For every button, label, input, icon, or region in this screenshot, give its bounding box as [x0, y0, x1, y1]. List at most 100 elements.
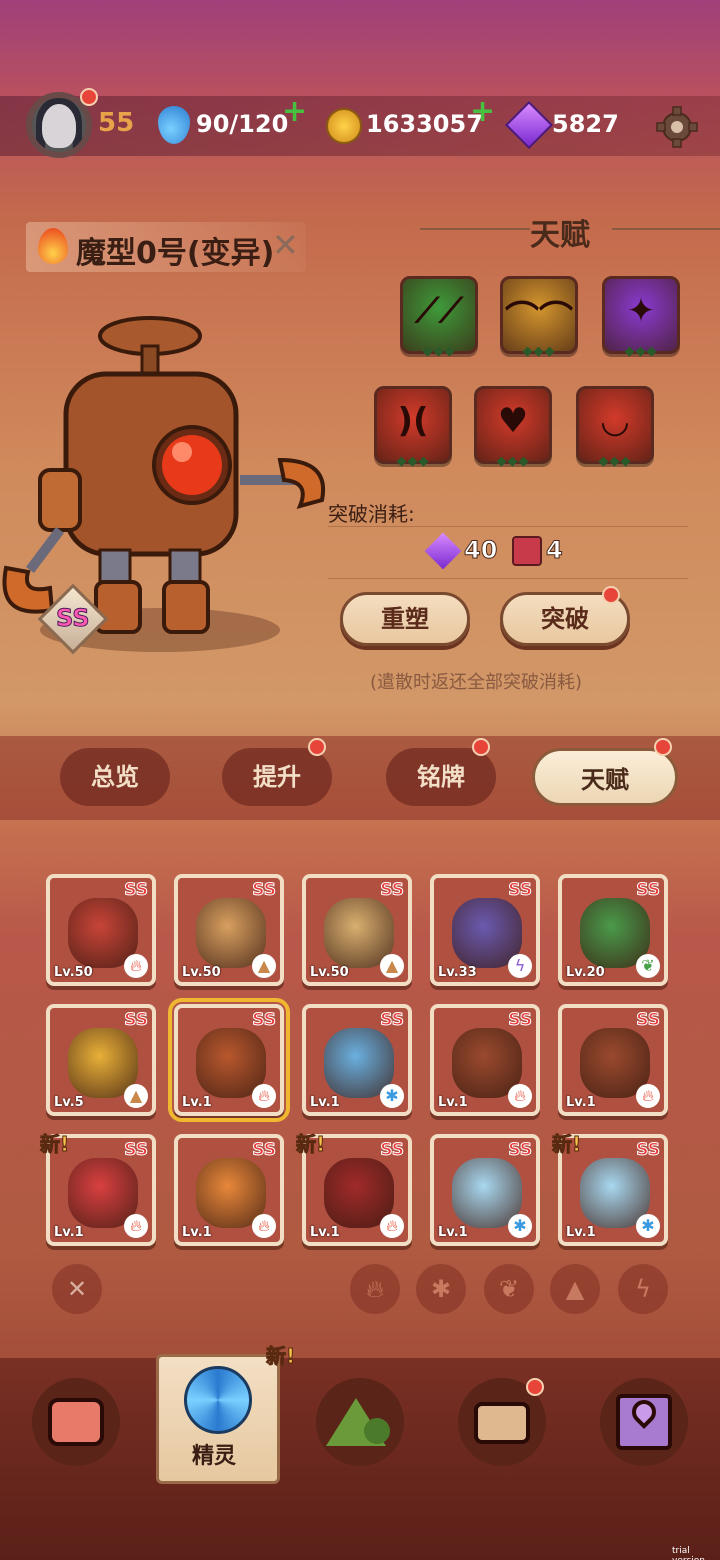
grass-element-icon: ❦	[636, 954, 660, 978]
pet-level: Lv.1	[182, 1095, 212, 1110]
clear-filter-button[interactable]: ✕	[52, 1264, 102, 1314]
pet-rank-badge: SS	[380, 1140, 405, 1161]
pet-level: Lv.5	[54, 1095, 84, 1110]
pet-card[interactable]: SS Lv.50 ▲	[174, 874, 284, 986]
talent-level-dots: ◆◆◆	[396, 454, 430, 469]
pet-card[interactable]: SS Lv.1 🔥︎	[430, 1004, 540, 1116]
pet-rank-badge: SS	[636, 1010, 661, 1031]
talent-level-dots: ◆◆◆	[624, 344, 658, 359]
pet-card[interactable]: SS Lv.5 ▲	[46, 1004, 156, 1116]
nav-backpack-icon[interactable]	[32, 1378, 120, 1466]
filter-ice-icon[interactable]: ✱	[416, 1264, 466, 1314]
coin-icon	[326, 108, 362, 144]
tab-upgrade[interactable]: 提升	[222, 748, 332, 806]
stamina-value: 90/120	[196, 110, 289, 138]
refund-note: (遣散时返还全部突破消耗)	[370, 672, 583, 693]
pet-rank-badge: SS	[508, 1010, 533, 1031]
fire-element-icon: 🔥︎	[252, 1084, 276, 1108]
talent-tile-3[interactable]: ✦	[602, 276, 680, 354]
pet-rank-badge: SS	[252, 1140, 277, 1161]
upgrade-notification-dot	[308, 738, 326, 756]
tab-plate[interactable]: 铭牌	[386, 748, 496, 806]
breakthrough-cost-label: 突破消耗:	[328, 502, 415, 526]
divider	[328, 578, 688, 579]
talent-title: 天赋	[530, 218, 590, 253]
fire-element-icon: 🔥︎	[508, 1084, 532, 1108]
pet-card[interactable]: SS Lv.1 🔥︎	[558, 1004, 668, 1116]
filter-earth-icon[interactable]: ▲	[550, 1264, 600, 1314]
pet-level: Lv.20	[566, 965, 605, 980]
pet-level: Lv.50	[54, 965, 93, 980]
talent-notification-dot	[654, 738, 672, 756]
filter-grass-icon[interactable]: ❦	[484, 1264, 534, 1314]
talent-tile-6[interactable]: ◡	[576, 386, 654, 464]
pet-rank-badge: SS	[636, 880, 661, 901]
coin-value: 1633057	[366, 110, 483, 138]
pet-rank-badge: SS	[380, 880, 405, 901]
talent-tile-4[interactable]: )(	[374, 386, 452, 464]
talent-tile-2[interactable]: ⌒⌒	[500, 276, 578, 354]
nav-mountain-icon[interactable]	[316, 1378, 404, 1466]
fire-element-icon: 🔥︎	[124, 954, 148, 978]
pet-rank-badge: SS	[636, 1140, 661, 1161]
talent-tile-1[interactable]: ⟋⟋	[400, 276, 478, 354]
pet-card[interactable]: SS Lv.50 ▲	[302, 874, 412, 986]
close-icon[interactable]: ✕	[272, 226, 299, 264]
breakthrough-notification-dot	[602, 586, 620, 604]
earth-element-icon: ▲	[252, 954, 276, 978]
pet-level: Lv.1	[438, 1095, 468, 1110]
pet-rank-badge: SS	[124, 1140, 149, 1161]
add-coin-button[interactable]: +	[470, 94, 495, 129]
fire-element-icon: 🔥︎	[124, 1214, 148, 1238]
pet-level: Lv.1	[438, 1225, 468, 1240]
title-ornament-left	[420, 228, 530, 230]
talent-tile-5[interactable]: ♥	[474, 386, 552, 464]
fire-element-icon	[38, 228, 68, 264]
ice-element-icon: ✱	[636, 1214, 660, 1238]
pet-level: Lv.1	[310, 1095, 340, 1110]
spirit-shutter-icon	[184, 1366, 252, 1434]
pet-rank-badge: SS	[124, 880, 149, 901]
pet-card[interactable]: SS Lv.20 ❦	[558, 874, 668, 986]
reshape-button[interactable]: 重塑	[340, 592, 470, 646]
pet-card[interactable]: SS Lv.1 🔥︎	[168, 998, 290, 1122]
pet-level: Lv.50	[310, 965, 349, 980]
new-badge: 新!	[551, 1132, 582, 1157]
pet-level: Lv.1	[566, 1225, 596, 1240]
pet-card[interactable]: SS Lv.1 🔥︎	[174, 1134, 284, 1246]
talent-level-dots: ◆◆◆	[422, 344, 456, 359]
pet-card[interactable]: SS Lv.33 ϟ	[430, 874, 540, 986]
pet-level: Lv.50	[182, 965, 221, 980]
thunder-element-icon: ϟ	[508, 954, 532, 978]
pet-level: Lv.1	[182, 1225, 212, 1240]
wings-icon: ⌒⌒	[505, 299, 573, 339]
add-stamina-button[interactable]: +	[282, 94, 307, 129]
gem-cost-value: 40	[463, 536, 498, 565]
tab-overview[interactable]: 总览	[60, 748, 170, 806]
new-badge: 新!	[295, 1132, 326, 1157]
tab-talent[interactable]: 天赋	[532, 748, 678, 806]
settings-gear-icon[interactable]	[656, 106, 698, 148]
pet-rank-badge: SS	[252, 880, 277, 901]
avatar-notification-dot	[80, 88, 98, 106]
fangs-icon: ◡	[601, 401, 629, 441]
talent-level-dots: ◆◆◆	[496, 454, 530, 469]
heart-broken-icon: ♥	[497, 401, 529, 441]
nav-map-pin-icon[interactable]	[600, 1378, 688, 1466]
pet-level: Lv.1	[310, 1225, 340, 1240]
pet-card[interactable]: SS Lv.50 🔥︎	[46, 874, 156, 986]
earth-element-icon: ▲	[124, 1084, 148, 1108]
ice-element-icon: ✱	[380, 1084, 404, 1108]
pet-level: Lv.33	[438, 965, 477, 980]
pet-name: 魔型0号(变异)	[76, 236, 275, 271]
pet-card[interactable]: SS Lv.1 ✱	[302, 1004, 412, 1116]
pet-card[interactable]: SS Lv.1 ✱	[430, 1134, 540, 1246]
filter-fire-icon[interactable]: 🔥︎	[350, 1264, 400, 1314]
pet-rank-badge: SS	[508, 1140, 533, 1161]
filter-thunder-icon[interactable]: ϟ	[618, 1264, 668, 1314]
gem-value: 5827	[552, 110, 619, 138]
pet-level: Lv.1	[54, 1225, 84, 1240]
fire-element-icon: 🔥︎	[252, 1214, 276, 1238]
earth-element-icon: ▲	[380, 954, 404, 978]
claw-icon: ⟋⟋	[415, 291, 463, 331]
